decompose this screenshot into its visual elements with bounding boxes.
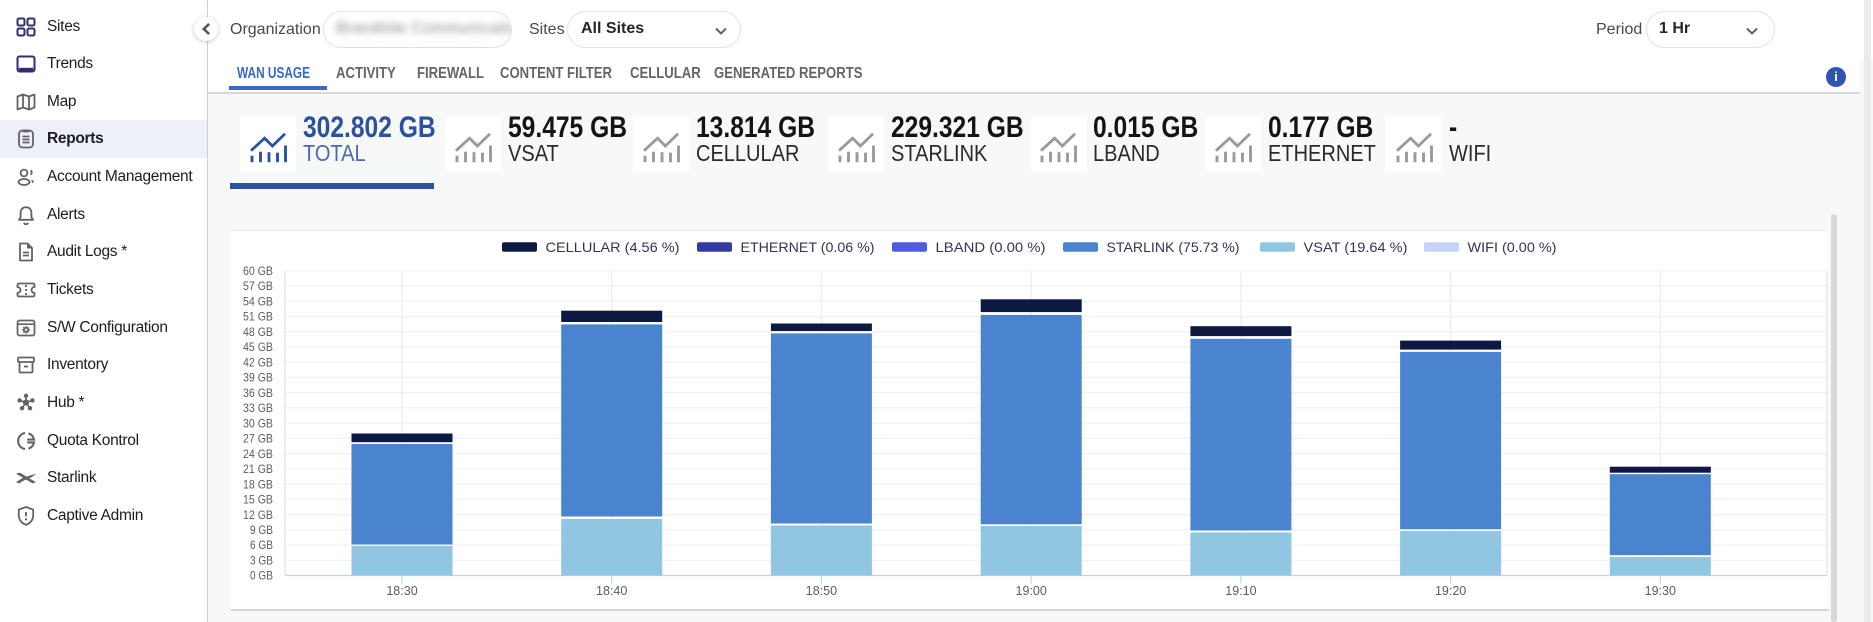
svg-text:ETHERNET (0.06 %): ETHERNET (0.06 %) <box>741 239 875 255</box>
svg-text:24 GB: 24 GB <box>243 447 273 461</box>
svg-text:19:30: 19:30 <box>1645 584 1676 598</box>
svg-text:3 GB: 3 GB <box>250 554 273 568</box>
svg-text:19:00: 19:00 <box>1016 584 1047 598</box>
svg-text:30 GB: 30 GB <box>243 416 273 430</box>
svg-text:15 GB: 15 GB <box>243 493 273 507</box>
svg-text:60 GB: 60 GB <box>243 264 273 278</box>
svg-text:0 GB: 0 GB <box>250 569 273 583</box>
svg-text:27 GB: 27 GB <box>243 432 273 446</box>
svg-text:CELLULAR (4.56 %): CELLULAR (4.56 %) <box>546 239 680 255</box>
svg-text:LBAND (0.00 %): LBAND (0.00 %) <box>936 239 1046 255</box>
svg-text:STARLINK (75.73 %): STARLINK (75.73 %) <box>1107 239 1240 255</box>
svg-text:36 GB: 36 GB <box>243 386 273 400</box>
svg-text:45 GB: 45 GB <box>243 340 273 354</box>
svg-text:39 GB: 39 GB <box>243 371 273 385</box>
svg-text:42 GB: 42 GB <box>243 355 273 369</box>
svg-text:18:40: 18:40 <box>596 584 627 598</box>
svg-text:19:10: 19:10 <box>1225 584 1256 598</box>
svg-text:33 GB: 33 GB <box>243 401 273 415</box>
svg-text:54 GB: 54 GB <box>243 294 273 308</box>
svg-text:6 GB: 6 GB <box>250 538 273 552</box>
svg-text:48 GB: 48 GB <box>243 325 273 339</box>
svg-text:57 GB: 57 GB <box>243 279 273 293</box>
svg-text:WIFI (0.00 %): WIFI (0.00 %) <box>1468 239 1557 255</box>
svg-text:19:20: 19:20 <box>1435 584 1466 598</box>
svg-text:51 GB: 51 GB <box>243 310 273 324</box>
svg-text:12 GB: 12 GB <box>243 508 273 522</box>
svg-text:18:50: 18:50 <box>806 584 837 598</box>
svg-text:VSAT (19.64 %): VSAT (19.64 %) <box>1304 239 1408 255</box>
svg-text:18 GB: 18 GB <box>243 477 273 491</box>
svg-text:21 GB: 21 GB <box>243 462 273 476</box>
svg-text:18:30: 18:30 <box>386 584 417 598</box>
svg-text:9 GB: 9 GB <box>250 523 273 537</box>
